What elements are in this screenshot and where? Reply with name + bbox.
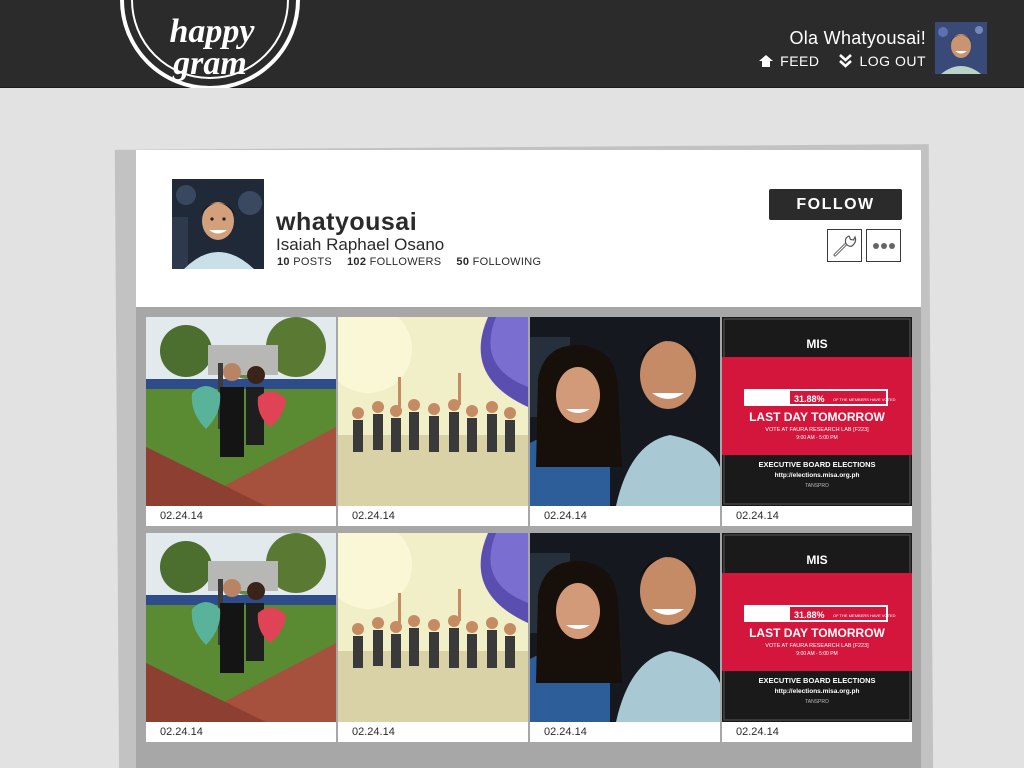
post-date: 02.24.14	[160, 510, 203, 522]
election-poster[interactable]: MIS 31.88% OF THE MEMBERS HAVE VOTED LAS…	[722, 317, 912, 506]
following-count: 50	[456, 256, 470, 268]
beach-group-photo[interactable]	[338, 533, 528, 722]
poster-headline: LAST DAY TOMORROW	[749, 626, 885, 640]
selfie-photo[interactable]	[530, 317, 720, 506]
profile-username: whatyousai	[276, 208, 418, 236]
post-date: 02.24.14	[544, 726, 587, 738]
poster-percent-caption: OF THE MEMBERS HAVE VOTED	[833, 613, 896, 618]
logout-link[interactable]: LOG OUT	[839, 53, 926, 69]
feed-link[interactable]: FEED	[759, 53, 819, 69]
poster-percent-caption: OF THE MEMBERS HAVE VOTED	[833, 397, 896, 402]
posts-stat: 10 POSTS	[277, 256, 332, 268]
header-nav: FEED LOG OUT	[759, 53, 926, 69]
park-photo[interactable]	[146, 533, 336, 722]
logout-chevron-icon	[839, 54, 853, 68]
top-navigation-bar: happy gram Ola Whatyousai! FEED LOG OUT	[0, 0, 1024, 88]
post-tile[interactable]: 02.24.14	[530, 317, 720, 526]
post-tile[interactable]: 02.24.14	[530, 533, 720, 742]
posts-label: POSTS	[293, 256, 332, 268]
following-label: FOLLOWING	[472, 256, 542, 268]
poster-percent: 31.88%	[794, 610, 825, 620]
more-options-button[interactable]	[866, 229, 901, 262]
poster-brand: MIS	[806, 337, 827, 351]
profile-panel: whatyousai Isaiah Raphael Osano 10 POSTS…	[136, 150, 921, 307]
post-date: 02.24.14	[352, 510, 395, 522]
post-date: 02.24.14	[544, 510, 587, 522]
happygram-logo[interactable]: happy gram	[118, 0, 302, 88]
poster-venue: VOTE AT FAURA RESEARCH LAB [F223]	[765, 643, 869, 649]
feed-link-label: FEED	[780, 53, 820, 69]
post-tile[interactable]: 02.24.14	[338, 533, 528, 742]
beach-group-photo[interactable]	[338, 317, 528, 506]
follow-button[interactable]: FOLLOW	[769, 189, 902, 220]
user-avatar[interactable]	[935, 22, 987, 74]
posts-grid: 02.24.14 02.24.14 02.24.14 MIS 31.88% OF…	[146, 317, 912, 742]
post-tile[interactable]: MIS 31.88% OF THE MEMBERS HAVE VOTED LAS…	[722, 317, 912, 526]
profile-full-name: Isaiah Raphael Osano	[276, 235, 445, 254]
poster-footer-title: EXECUTIVE BOARD ELECTIONS	[758, 460, 875, 469]
post-date: 02.24.14	[160, 726, 203, 738]
logout-link-label: LOG OUT	[859, 53, 926, 69]
election-poster[interactable]: MIS 31.88% OF THE MEMBERS HAVE VOTED LAS…	[722, 533, 912, 722]
followers-label: FOLLOWERS	[369, 256, 442, 268]
poster-brand: MIS	[806, 553, 827, 567]
poster-venue: VOTE AT FAURA RESEARCH LAB [F223]	[765, 427, 869, 433]
following-stat[interactable]: 50 FOLLOWING	[456, 256, 541, 268]
poster-headline: LAST DAY TOMORROW	[749, 410, 885, 424]
home-icon	[759, 55, 774, 67]
followers-stat[interactable]: 102 FOLLOWERS	[347, 256, 441, 268]
poster-percent: 31.88%	[794, 394, 825, 404]
poster-footer-url: http://elections.misa.org.ph	[775, 472, 860, 479]
poster-footer-tag: TANSPRO	[805, 483, 829, 489]
settings-button[interactable]	[827, 229, 862, 262]
greeting-text: Ola Whatyousai!	[789, 28, 926, 48]
post-date: 02.24.14	[352, 726, 395, 738]
posts-gallery: 02.24.14 02.24.14 02.24.14 MIS 31.88% OF…	[136, 307, 921, 768]
post-date: 02.24.14	[736, 726, 779, 738]
posts-count: 10	[277, 256, 290, 268]
selfie-photo[interactable]	[530, 533, 720, 722]
park-photo[interactable]	[146, 317, 336, 506]
post-date: 02.24.14	[736, 510, 779, 522]
poster-time: 9:00 AM - 5:00 PM	[796, 651, 837, 657]
profile-stats: 10 POSTS 102 FOLLOWERS 50 FOLLOWING	[277, 256, 541, 268]
profile-photo	[172, 179, 264, 269]
post-tile[interactable]: 02.24.14	[146, 317, 336, 526]
poster-time: 9:00 AM - 5:00 PM	[796, 435, 837, 441]
wrench-icon	[832, 234, 858, 258]
logo-text-gram: gram	[172, 45, 247, 82]
poster-footer-title: EXECUTIVE BOARD ELECTIONS	[758, 676, 875, 685]
poster-footer-url: http://elections.misa.org.ph	[775, 688, 860, 695]
post-tile[interactable]: 02.24.14	[146, 533, 336, 742]
more-dots-icon	[872, 242, 896, 250]
followers-count: 102	[347, 256, 367, 268]
post-tile[interactable]: MIS 31.88% OF THE MEMBERS HAVE VOTED LAS…	[722, 533, 912, 742]
poster-footer-tag: TANSPRO	[805, 699, 829, 705]
post-tile[interactable]: 02.24.14	[338, 317, 528, 526]
